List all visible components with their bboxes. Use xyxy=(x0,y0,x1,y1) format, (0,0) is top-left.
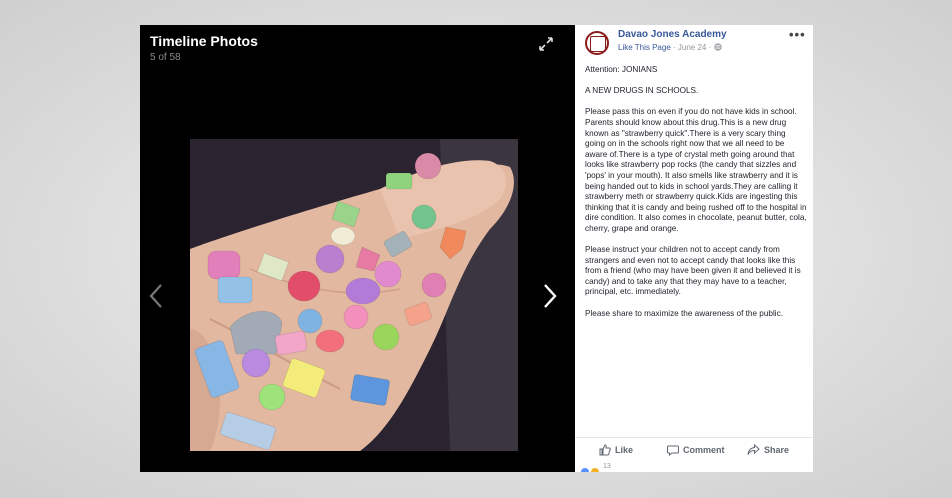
like-button[interactable]: Like xyxy=(599,444,633,456)
action-bar: Like Comment Share xyxy=(575,437,813,460)
photo-theater: Timeline Photos 5 of 58 Davao Jones Acad… xyxy=(140,25,813,472)
viewer-title: Timeline Photos xyxy=(150,33,258,49)
comment-icon xyxy=(667,445,679,456)
more-icon[interactable]: ••• xyxy=(789,27,806,42)
avatar[interactable] xyxy=(585,31,609,55)
like-label: Like xyxy=(615,445,634,455)
like-page-link[interactable]: Like This Page xyxy=(618,43,671,52)
post-paragraph: Attention: JONIANS xyxy=(585,65,658,74)
like-reaction-icon xyxy=(581,468,589,472)
reaction-count[interactable]: 13 xyxy=(603,463,611,470)
post-meta: Like This Page · June 24 · xyxy=(618,43,722,52)
share-icon xyxy=(747,444,760,455)
post-panel: Davao Jones Academy Like This Page · Jun… xyxy=(575,25,813,472)
like-icon xyxy=(599,444,611,456)
post-paragraph: Please pass this on even if you do not h… xyxy=(585,107,807,233)
comment-button[interactable]: Comment xyxy=(667,444,725,456)
post-paragraph: Please instruct your children not to acc… xyxy=(585,245,801,297)
reaction-icons[interactable] xyxy=(581,463,621,472)
chevron-right-icon[interactable] xyxy=(542,283,558,309)
share-label: Share xyxy=(764,445,790,455)
wow-reaction-icon xyxy=(591,468,600,472)
post-paragraph: A NEW DRUGS IN SCHOOLS. xyxy=(585,86,699,96)
post-paragraph: Please share to maximize the awareness o… xyxy=(585,308,783,318)
share-button[interactable]: Share xyxy=(747,444,789,456)
photo-viewer: Timeline Photos 5 of 58 xyxy=(140,25,575,472)
globe-icon xyxy=(713,43,722,51)
post-date[interactable]: · June 24 · xyxy=(673,43,711,52)
photo-image xyxy=(190,139,518,451)
expand-icon[interactable] xyxy=(538,36,554,52)
comment-label: Comment xyxy=(683,445,725,455)
page-name-link[interactable]: Davao Jones Academy xyxy=(618,29,727,40)
photo-counter: 5 of 58 xyxy=(150,52,181,63)
post-text: Attention: JONIANS A NEW DRUGS IN SCHOOL… xyxy=(585,65,807,330)
chevron-left-icon[interactable] xyxy=(148,283,164,309)
